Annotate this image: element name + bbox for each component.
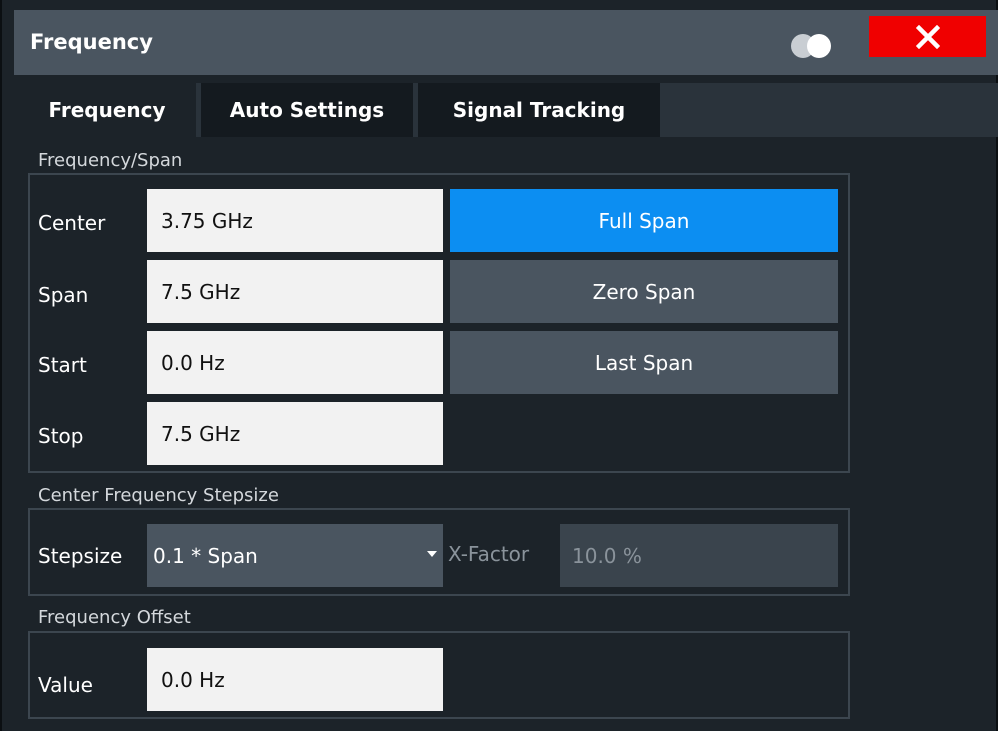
frequency-dialog: Frequency Frequency Auto Settings Signal…: [0, 0, 998, 731]
start-field[interactable]: 0.0 Hz: [147, 331, 443, 394]
offset-field[interactable]: 0.0 Hz: [147, 648, 443, 711]
stop-label: Stop: [38, 424, 84, 448]
tab-signal-tracking[interactable]: Signal Tracking: [418, 83, 660, 137]
stepsize-section-label: Center Frequency Stepsize: [38, 485, 279, 506]
close-button[interactable]: [869, 16, 986, 57]
stepsize-select[interactable]: 0.1 * Span: [147, 524, 443, 587]
offset-section-label: Frequency Offset: [38, 607, 191, 628]
frequency-span-section-label: Frequency/Span: [38, 150, 183, 171]
dialog-title: Frequency: [30, 30, 153, 54]
full-span-button[interactable]: Full Span: [450, 189, 838, 252]
start-label: Start: [38, 353, 87, 377]
chevron-down-icon: [427, 551, 437, 557]
tab-auto-settings[interactable]: Auto Settings: [201, 83, 413, 137]
stop-field[interactable]: 7.5 GHz: [147, 402, 443, 465]
span-label: Span: [38, 283, 89, 307]
xfactor-field: 10.0 %: [560, 524, 838, 587]
tab-frequency[interactable]: Frequency: [18, 83, 196, 137]
offset-value-label: Value: [38, 673, 93, 697]
zero-span-button[interactable]: Zero Span: [450, 260, 838, 323]
center-field[interactable]: 3.75 GHz: [147, 189, 443, 252]
center-label: Center: [38, 211, 106, 235]
close-icon: [915, 24, 940, 49]
toggle-icon[interactable]: [791, 34, 841, 58]
xfactor-label: X-Factor: [448, 542, 530, 566]
title-bar: Frequency: [14, 10, 998, 75]
span-field[interactable]: 7.5 GHz: [147, 260, 443, 323]
last-span-button[interactable]: Last Span: [450, 331, 838, 394]
stepsize-label: Stepsize: [38, 544, 123, 568]
stepsize-selected-value: 0.1 * Span: [153, 543, 258, 568]
tab-bar: Frequency Auto Settings Signal Tracking: [18, 83, 998, 137]
